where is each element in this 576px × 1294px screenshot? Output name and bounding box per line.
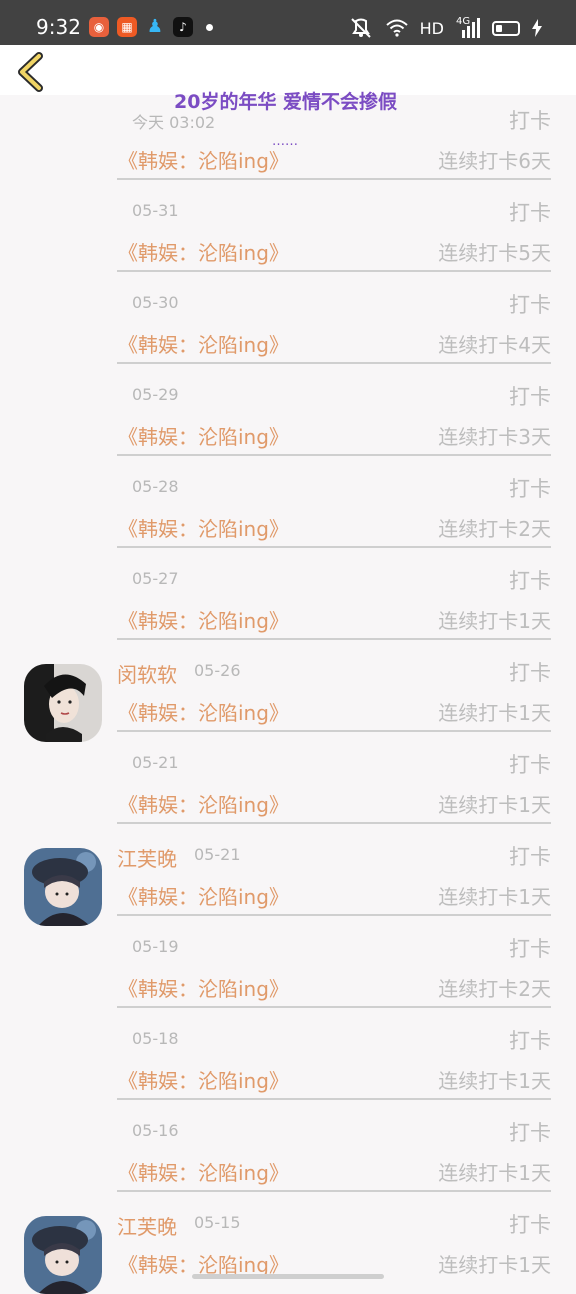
book-title-link[interactable]: 《韩娱：沦陷ing》 [118, 329, 289, 358]
list-item[interactable]: 05-30 打卡 《韩娱：沦陷ing》 连续打卡4天 [0, 279, 576, 371]
book-title-link[interactable]: 《韩娱：沦陷ing》 [118, 237, 289, 266]
streak-text: 连续打卡1天 [438, 1161, 551, 1185]
avatar[interactable] [24, 848, 102, 926]
book-title-link[interactable]: 《韩娱：沦陷ing》 [118, 1065, 289, 1094]
notification-dot-icon [206, 24, 213, 31]
divider [117, 1006, 551, 1008]
tiktok-icon: ♪ [173, 17, 193, 37]
overlay-title: 20岁的年华 爱情不会掺假 [174, 91, 398, 113]
checkin-label: 打卡 [509, 293, 551, 317]
grid-app-icon: ▦ [117, 17, 137, 37]
streak-text: 连续打卡5天 [438, 241, 551, 265]
signal-icon: 4G [456, 16, 480, 38]
checkin-label: 打卡 [509, 661, 551, 685]
book-title-link[interactable]: 《韩娱：沦陷ing》 [118, 697, 289, 726]
list-item[interactable]: 05-29 打卡 《韩娱：沦陷ing》 连续打卡3天 [0, 371, 576, 463]
divider [117, 178, 551, 180]
user-name[interactable]: 江芙晚 [117, 843, 177, 872]
checkin-date: 05-30 [132, 293, 179, 312]
book-title-link[interactable]: 《韩娱：沦陷ing》 [118, 605, 289, 634]
back-button[interactable] [12, 50, 52, 94]
checkin-label: 打卡 [509, 201, 551, 225]
divider [117, 638, 551, 640]
overlay-ellipsis: …… [272, 134, 298, 149]
book-title-link[interactable]: 《韩娱：沦陷ing》 [118, 881, 289, 910]
network-type-label: HD [419, 18, 444, 38]
list-item[interactable]: 江芙晚 05-21 打卡 《韩娱：沦陷ing》 连续打卡1天 [0, 831, 576, 926]
checkin-label: 打卡 [509, 1121, 551, 1145]
list-item[interactable]: 05-31 打卡 《韩娱：沦陷ing》 连续打卡5天 [0, 187, 576, 279]
streak-text: 连续打卡1天 [438, 885, 551, 909]
checkin-label: 打卡 [509, 753, 551, 777]
divider [117, 1098, 551, 1100]
streak-text: 连续打卡1天 [438, 1069, 551, 1093]
list-item[interactable]: 05-28 打卡 《韩娱：沦陷ing》 连续打卡2天 [0, 463, 576, 555]
user-name[interactable]: 闵软软 [117, 659, 177, 688]
checkin-label: 打卡 [509, 845, 551, 869]
streak-text: 连续打卡1天 [438, 1253, 551, 1277]
streak-text: 连续打卡1天 [438, 701, 551, 725]
streak-text: 连续打卡4天 [438, 333, 551, 357]
charging-icon [532, 19, 542, 37]
divider [117, 362, 551, 364]
book-title-link[interactable]: 《韩娱：沦陷ing》 [118, 1157, 289, 1186]
divider [117, 914, 551, 916]
streak-text: 连续打卡3天 [438, 425, 551, 449]
book-title-link[interactable]: 《韩娱：沦陷ing》 [118, 513, 289, 542]
streak-text: 连续打卡2天 [438, 977, 551, 1001]
qq-penguin-icon: ♟ [146, 16, 164, 37]
checkin-date: 05-27 [132, 569, 179, 588]
book-title-link[interactable]: 《韩娱：沦陷ing》 [118, 145, 289, 174]
checkin-date: 05-18 [132, 1029, 179, 1048]
status-bar: 9:32 ◉ ▦ ♟ ♪ HD 4G [0, 0, 576, 45]
checkin-date: 05-21 [194, 845, 241, 864]
checkin-date: 05-19 [132, 937, 179, 956]
checkin-date: 05-31 [132, 201, 179, 220]
book-title-link[interactable]: 《韩娱：沦陷ing》 [118, 421, 289, 450]
streak-text: 连续打卡1天 [438, 793, 551, 817]
checkin-label: 打卡 [509, 937, 551, 961]
checkin-date: 05-15 [194, 1213, 241, 1232]
avatar[interactable] [24, 664, 102, 742]
avatar[interactable] [24, 1216, 102, 1294]
streak-text: 连续打卡6天 [438, 149, 551, 173]
checkin-label: 打卡 [509, 385, 551, 409]
huoshan-app-icon: ◉ [89, 17, 109, 37]
checkin-label: 打卡 [509, 569, 551, 593]
battery-icon [492, 20, 520, 36]
checkin-date: 05-29 [132, 385, 179, 404]
list-item[interactable]: 05-21 打卡 《韩娱：沦陷ing》 连续打卡1天 [0, 739, 576, 831]
book-title-link[interactable]: 《韩娱：沦陷ing》 [118, 973, 289, 1002]
streak-text: 连续打卡2天 [438, 517, 551, 541]
home-indicator[interactable] [192, 1274, 384, 1279]
streak-text: 连续打卡1天 [438, 609, 551, 633]
checkin-label: 打卡 [509, 1213, 551, 1237]
status-indicators: HD 4G [348, 14, 542, 42]
divider [117, 270, 551, 272]
list-item[interactable]: 05-16 打卡 《韩娱：沦陷ing》 连续打卡1天 [0, 1107, 576, 1199]
checkin-date: 05-26 [194, 661, 241, 680]
list-item[interactable]: 05-18 打卡 《韩娱：沦陷ing》 连续打卡1天 [0, 1015, 576, 1107]
checkin-label: 打卡 [509, 1029, 551, 1053]
divider [117, 822, 551, 824]
divider [117, 1190, 551, 1192]
divider [117, 454, 551, 456]
checkin-label: 打卡 [509, 477, 551, 501]
divider [117, 730, 551, 732]
checkin-date: 05-21 [132, 753, 179, 772]
checkin-date: 05-28 [132, 477, 179, 496]
user-name[interactable]: 江芙晚 [117, 1211, 177, 1240]
divider [117, 546, 551, 548]
list-item[interactable]: 05-19 打卡 《韩娱：沦陷ing》 连续打卡2天 [0, 923, 576, 1015]
wifi-icon [385, 19, 408, 37]
mute-vibrate-icon [350, 18, 371, 38]
book-title-link[interactable]: 《韩娱：沦陷ing》 [118, 789, 289, 818]
checkin-label: 打卡 [509, 109, 551, 133]
list-item[interactable]: 闵软软 05-26 打卡 《韩娱：沦陷ing》 连续打卡1天 [0, 647, 576, 742]
status-time: 9:32 [36, 15, 81, 39]
list-item[interactable]: 05-27 打卡 《韩娱：沦陷ing》 连续打卡1天 [0, 555, 576, 647]
checkin-date: 05-16 [132, 1121, 179, 1140]
